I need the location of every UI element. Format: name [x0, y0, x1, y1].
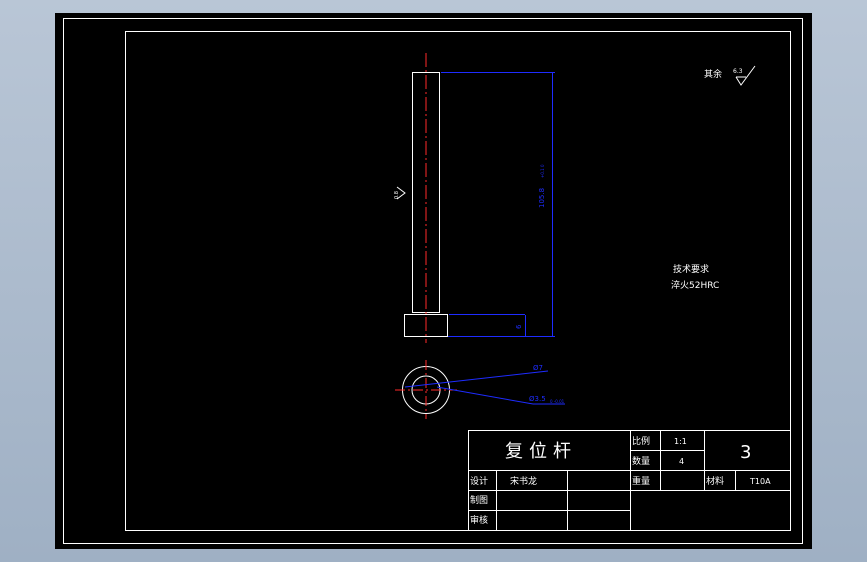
head-dim-text: 6	[515, 324, 523, 329]
designer-name: 宋书龙	[510, 475, 537, 487]
drawing-canvas: 105.8 +0.1 0 6 0.8 Ø7 Ø3.5 0 -0.01 其余 6.…	[63, 18, 803, 544]
sheet-number: 3	[740, 442, 751, 463]
qty-value: 4	[679, 457, 684, 466]
dia-outer-text: Ø7	[533, 364, 543, 372]
drawing-viewport[interactable]: 105.8 +0.1 0 6 0.8 Ø7 Ø3.5 0 -0.01 其余 6.…	[55, 13, 812, 549]
side-roughness-value: 0.8	[394, 191, 400, 199]
dia-inner-text: Ø3.5	[529, 395, 546, 403]
tech-req-item: 淬火52HRC	[671, 279, 719, 291]
weight-label: 重量	[632, 475, 650, 487]
length-dim-text: 105.8	[538, 188, 546, 208]
tech-req-title: 技术要求	[673, 263, 709, 275]
dia-inner-tol: 0 -0.01	[550, 399, 565, 404]
roughness-note-label: 其余	[704, 68, 722, 80]
cad-application: 105.8 +0.1 0 6 0.8 Ø7 Ø3.5 0 -0.01 其余 6.…	[0, 0, 867, 562]
length-dim-tol: +0.1 0	[540, 164, 545, 178]
part-name: 复位杆	[505, 441, 577, 462]
draw-label: 制图	[470, 494, 488, 506]
scale-value: 1:1	[674, 437, 687, 446]
scale-label: 比例	[632, 435, 650, 447]
roughness-note-value: 6.3	[733, 68, 743, 75]
material-label: 材料	[706, 475, 724, 487]
qty-label: 数量	[632, 455, 650, 467]
design-label: 设计	[470, 475, 488, 487]
leader-inner	[436, 386, 534, 405]
material-value: T10A	[749, 477, 771, 486]
check-label: 审核	[470, 514, 488, 526]
